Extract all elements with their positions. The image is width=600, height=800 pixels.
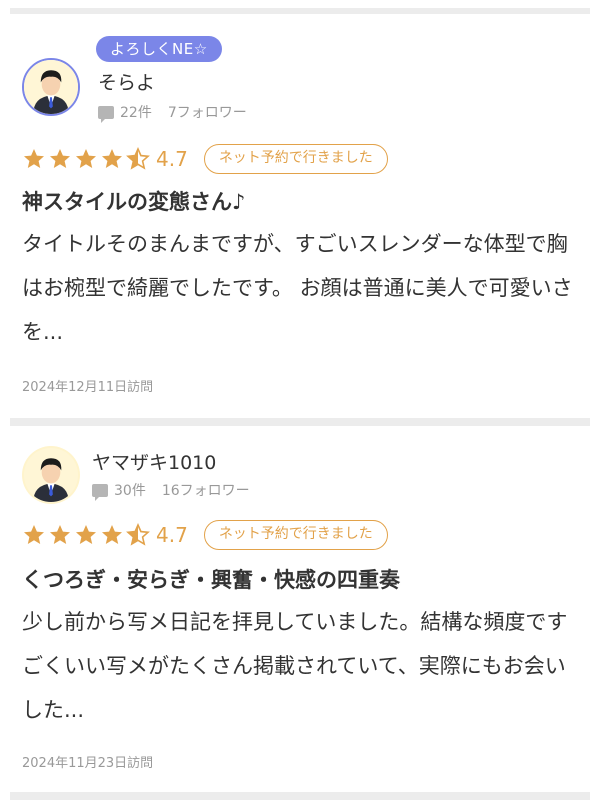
star-icon xyxy=(50,149,70,168)
comment-icon xyxy=(98,105,114,123)
review-card[interactable]: ヤマザキ1010 30件 16フォロワー 4.7 ネット予約で行きました くつろ… xyxy=(0,426,600,792)
user-avatar[interactable] xyxy=(22,446,80,504)
user-stats: 30件 16フォロワー xyxy=(92,480,250,501)
person-icon xyxy=(24,448,78,502)
rating-row: 4.7 ネット予約で行きました xyxy=(22,144,388,174)
star-icon xyxy=(76,149,96,168)
follower-count: 16フォロワー xyxy=(161,483,250,499)
star-icon xyxy=(102,149,122,168)
person-icon xyxy=(24,60,78,114)
user-name[interactable]: そらよ xyxy=(98,68,155,95)
user-name[interactable]: ヤマザキ1010 xyxy=(92,448,216,475)
rating-value: 4.7 xyxy=(156,523,188,547)
star-rating xyxy=(22,523,150,547)
user-badge: よろしくNE☆ xyxy=(96,36,222,62)
comment-icon xyxy=(92,483,108,501)
visit-date: 2024年12月11日訪問 xyxy=(22,380,154,395)
star-icon xyxy=(102,525,122,544)
review-card[interactable]: よろしくNE☆ そらよ 22件 7フォロワー 4.7 ネット予約で行きました 神… xyxy=(0,14,600,418)
post-count: 22件 xyxy=(120,105,152,121)
visit-date: 2024年11月23日訪問 xyxy=(22,756,154,771)
separator xyxy=(10,418,590,426)
half-star-icon xyxy=(126,147,150,170)
star-icon xyxy=(24,149,44,168)
user-avatar[interactable] xyxy=(22,58,80,116)
star-icon xyxy=(24,525,44,544)
booking-tag: ネット予約で行きました xyxy=(203,144,388,174)
review-title[interactable]: 神スタイルの変態さん♪ xyxy=(22,186,245,216)
separator-bottom xyxy=(10,792,590,800)
review-body[interactable]: 少し前から写メ日記を拝見していました。結構な頻度ですごくいい写メがたくさん掲載さ… xyxy=(22,600,582,732)
booking-tag: ネット予約で行きました xyxy=(203,520,388,550)
user-stats: 22件 7フォロワー xyxy=(98,102,247,123)
star-rating xyxy=(22,147,150,171)
star-icon xyxy=(76,525,96,544)
star-icon xyxy=(50,525,70,544)
half-star-icon xyxy=(126,523,150,546)
post-count: 30件 xyxy=(114,483,146,499)
review-body[interactable]: タイトルそのまんまですが、すごいスレンダーな体型で胸はお椀型で綺麗でしたです。 … xyxy=(22,222,582,354)
rating-row: 4.7 ネット予約で行きました xyxy=(22,520,388,550)
follower-count: 7フォロワー xyxy=(167,105,247,121)
review-title[interactable]: くつろぎ・安らぎ・興奮・快感の四重奏 xyxy=(22,564,400,594)
rating-value: 4.7 xyxy=(156,147,188,171)
